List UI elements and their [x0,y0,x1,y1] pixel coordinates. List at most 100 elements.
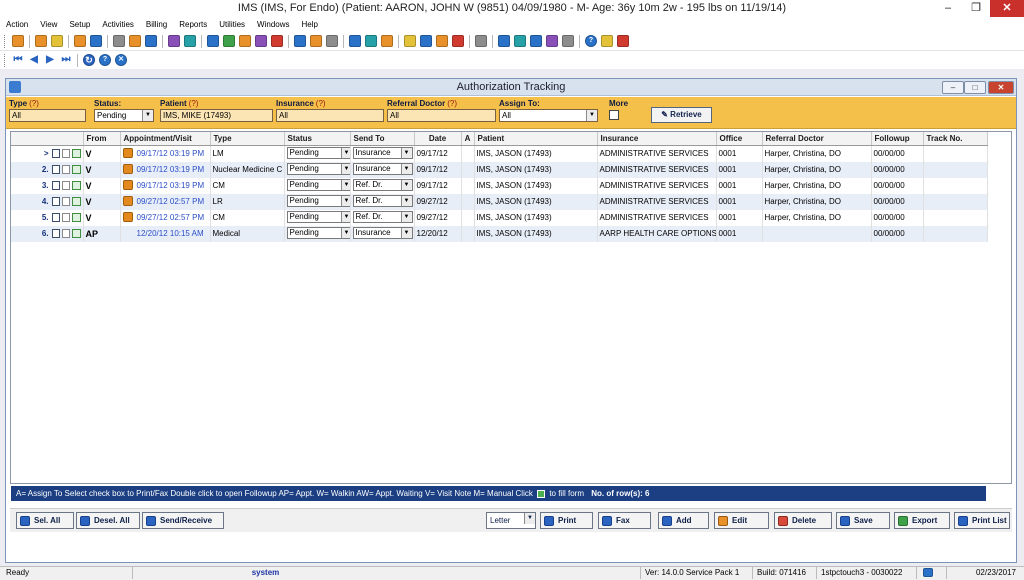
arrow-icon[interactable] [349,35,361,47]
chevron-down-icon[interactable]: ▼ [524,513,535,524]
users-icon[interactable] [310,35,322,47]
document-icon[interactable] [61,148,70,158]
add-button[interactable]: Add [658,512,709,529]
col-status[interactable]: Status [284,132,351,146]
cell-followup[interactable]: 00/00/00 [871,177,924,194]
doctor-icon[interactable] [35,35,47,47]
table-row[interactable]: 4. V 09/27/12 02:57 PM LR Pending ▼ Ref. … [11,193,988,210]
referral-help-link[interactable]: (?) [447,99,457,108]
col-date[interactable]: Date [414,132,462,146]
edit-form-icon[interactable] [71,148,81,158]
col-followup[interactable]: Followup [871,132,924,146]
schedule-icon[interactable] [90,35,102,47]
chevron-down-icon[interactable]: ▼ [340,148,349,159]
send-to-dropdown[interactable]: Insurance ▼ [352,163,413,176]
child-maximize-button[interactable]: □ [964,81,986,94]
menu-utilities[interactable]: Utilities [213,17,251,32]
edit-icon[interactable] [326,35,338,47]
col-patient[interactable]: Patient [474,132,598,146]
charges-icon[interactable] [239,35,251,47]
cell-appointment[interactable]: 09/17/12 03:19 PM [137,165,205,174]
patient-field[interactable]: IMS, MIKE (17493) [160,109,273,122]
notes-icon[interactable] [113,35,125,47]
referral-icon[interactable] [452,35,464,47]
col-send-to[interactable]: Send To [350,132,415,146]
chevron-down-icon[interactable]: ▼ [142,110,153,121]
table-row[interactable]: 6. AP 12/20/12 10:15 AM Medical Pending ▼… [11,225,988,242]
cell-followup[interactable]: 00/00/00 [871,161,924,178]
next-record-icon[interactable]: ▶ [44,54,56,66]
col-referral-doctor[interactable]: Referral Doctor [762,132,872,146]
status-dropdown[interactable]: Pending ▼ [286,227,349,240]
chevron-down-icon[interactable]: ▼ [400,164,412,175]
send-to-dropdown[interactable]: Insurance ▼ [352,147,413,160]
cell-followup[interactable]: 00/00/00 [871,193,924,210]
col-insurance[interactable]: Insurance [597,132,717,146]
transfer-icon[interactable] [207,35,219,47]
col-from[interactable]: From [83,132,121,146]
document-icon[interactable] [294,35,306,47]
row-checkbox[interactable] [51,180,60,190]
edit-form-icon[interactable] [71,180,81,190]
delete-button[interactable]: Delete [774,512,832,529]
first-record-icon[interactable]: ⏮ [12,54,24,66]
edit-form-icon[interactable] [71,196,81,206]
report-icon[interactable] [420,35,432,47]
cell-appointment[interactable]: 09/17/12 03:19 PM [137,181,205,190]
refresh-icon[interactable]: ↻ [83,54,95,66]
cell-followup[interactable]: 00/00/00 [871,209,924,226]
chart-icon[interactable] [436,35,448,47]
col-office[interactable]: Office [716,132,763,146]
chevron-down-icon[interactable]: ▼ [340,228,349,239]
row-checkbox[interactable] [51,196,60,206]
appointment-icon[interactable] [74,35,86,47]
shield-icon[interactable] [145,35,157,47]
row-checkbox[interactable] [51,212,60,222]
chevron-down-icon[interactable]: ▼ [340,180,349,191]
document-icon[interactable] [61,212,70,222]
patient-icon[interactable] [12,35,24,47]
type-field[interactable]: All [9,109,86,122]
send-to-dropdown[interactable]: Insurance ▼ [352,227,413,240]
col-appointment-visit[interactable]: Appointment/Visit [120,132,211,146]
save-button[interactable]: Save [836,512,890,529]
send-to-dropdown[interactable]: Ref. Dr. ▼ [352,195,413,208]
status-dropdown[interactable]: Pending ▼ [286,179,349,192]
send-receive-button[interactable]: Send/Receive [142,512,224,529]
document-icon[interactable] [61,164,70,174]
visit-note-icon[interactable] [122,164,133,175]
claims-icon[interactable] [271,35,283,47]
help-icon[interactable]: ? [99,54,111,66]
row-checkbox[interactable] [51,148,60,158]
calendar-icon[interactable] [168,35,180,47]
word-icon[interactable] [530,35,542,47]
eye-icon[interactable] [365,35,377,47]
print-icon[interactable] [546,35,558,47]
cell-appointment[interactable]: 12/20/12 10:15 AM [137,229,204,238]
exit-icon[interactable] [617,35,629,47]
chevron-down-icon[interactable]: ▼ [586,110,597,121]
payment-icon[interactable] [255,35,267,47]
status-dropdown[interactable]: Pending ▼ [286,211,349,224]
menu-setup[interactable]: Setup [63,17,96,32]
chevron-down-icon[interactable]: ▼ [340,164,349,175]
help-icon[interactable]: ? [585,35,597,47]
insurance-field[interactable]: All [276,109,384,122]
cell-followup[interactable]: 00/00/00 [871,225,924,242]
col-type[interactable]: Type [210,132,285,146]
lock-icon[interactable] [601,35,613,47]
more-checkbox[interactable] [609,109,619,120]
calculator-icon[interactable] [562,35,574,47]
table-row[interactable]: > V 09/17/12 03:19 PM LM Pending ▼ Insura… [11,145,988,162]
exchange-icon[interactable] [498,35,510,47]
refresh-data-icon[interactable] [381,35,393,47]
menu-action[interactable]: Action [0,17,34,32]
chevron-down-icon[interactable]: ▼ [340,212,349,223]
cell-appointment[interactable]: 09/27/12 02:57 PM [137,197,205,206]
menu-activities[interactable]: Activities [96,17,140,32]
edit-form-icon[interactable] [71,164,81,174]
row-checkbox[interactable] [51,164,60,174]
select-all-button[interactable]: Sel. All [16,512,74,529]
print-button[interactable]: Print [540,512,593,529]
edit-button[interactable]: Edit [714,512,769,529]
